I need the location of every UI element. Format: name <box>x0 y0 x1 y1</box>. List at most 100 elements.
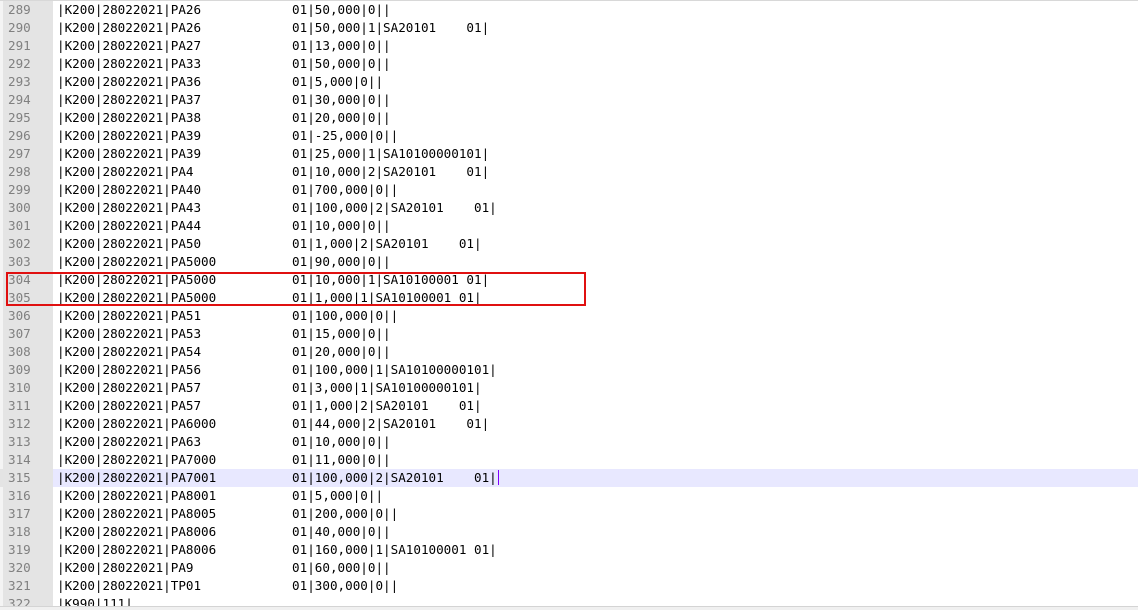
editor-line[interactable]: 290 |K200|28022021|PA26 01|50,000|1|SA201… <box>0 19 1138 37</box>
editor-line-current[interactable]: 315 |K200|28022021|PA7001 01|100,000|2|SA… <box>0 469 1138 487</box>
line-text[interactable]: |K200|28022021|PA33 01|50,000|0|| <box>57 55 391 73</box>
editor-line[interactable]: 294 |K200|28022021|PA37 01|30,000|0|| <box>0 91 1138 109</box>
editor-line[interactable]: 313 |K200|28022021|PA63 01|10,000|0|| <box>0 433 1138 451</box>
editor-line[interactable]: 302 |K200|28022021|PA50 01|1,000|2|SA2010… <box>0 235 1138 253</box>
line-text-content: |K200|28022021|PA44 01|10,000|0|| <box>57 218 391 233</box>
editor-line[interactable]: 296 |K200|28022021|PA39 01|-25,000|0|| <box>0 127 1138 145</box>
line-number: 304 <box>8 272 31 287</box>
editor-line[interactable]: 319 |K200|28022021|PA8006 01|160,000|1|SA… <box>0 541 1138 559</box>
line-text[interactable]: |K200|28022021|PA54 01|20,000|0|| <box>57 343 391 361</box>
text-editor[interactable]: 289 |K200|28022021|PA26 01|50,000|0|| 290 |… <box>0 0 1138 610</box>
editor-line[interactable]: 298 |K200|28022021|PA4 01|10,000|2|SA2010… <box>0 163 1138 181</box>
line-text[interactable]: |K200|28022021|PA53 01|15,000|0|| <box>57 325 391 343</box>
line-text-content: |K200|28022021|PA39 01|25,000|1|SA101000… <box>57 146 490 161</box>
line-text[interactable]: |K200|28022021|PA51 01|100,000|0|| <box>57 307 398 325</box>
editor-line[interactable]: 291 |K200|28022021|PA27 01|13,000|0|| <box>0 37 1138 55</box>
line-number: 290 <box>8 20 31 35</box>
editor-line[interactable]: 320 |K200|28022021|PA9 01|60,000|0|| <box>0 559 1138 577</box>
editor-line[interactable]: 310 |K200|28022021|PA57 01|3,000|1|SA1010… <box>0 379 1138 397</box>
line-text[interactable]: |K200|28022021|PA8005 01|200,000|0|| <box>57 505 398 523</box>
line-text-content: |K200|28022021|PA54 01|20,000|0|| <box>57 344 391 359</box>
line-text[interactable]: |K200|28022021|PA50 01|1,000|2|SA20101 0… <box>57 235 482 253</box>
editor-line[interactable]: 305 |K200|28022021|PA5000 01|1,000|1|SA10… <box>0 289 1138 307</box>
line-text[interactable]: |K200|28022021|TP01 01|300,000|0|| <box>57 577 398 595</box>
editor-line[interactable]: 295 |K200|28022021|PA38 01|20,000|0|| <box>0 109 1138 127</box>
line-text-content: |K200|28022021|PA5000 01|1,000|1|SA10100… <box>57 290 482 305</box>
line-text-content: |K200|28022021|PA56 01|100,000|1|SA10100… <box>57 362 497 377</box>
line-text[interactable]: |K200|28022021|PA57 01|3,000|1|SA1010000… <box>57 379 482 397</box>
editor-line[interactable]: 314 |K200|28022021|PA7000 01|11,000|0|| <box>0 451 1138 469</box>
line-text[interactable]: |K200|28022021|PA36 01|5,000|0|| <box>57 73 383 91</box>
line-text-content: |K200|28022021|PA57 01|1,000|2|SA20101 0… <box>57 398 482 413</box>
editor-line[interactable]: 309 |K200|28022021|PA56 01|100,000|1|SA10… <box>0 361 1138 379</box>
line-text-content: |K200|28022021|PA39 01|-25,000|0|| <box>57 128 399 143</box>
line-text[interactable]: |K200|28022021|PA27 01|13,000|0|| <box>57 37 391 55</box>
line-text[interactable]: |K200|28022021|PA5000 01|1,000|1|SA10100… <box>57 289 482 307</box>
editor-line[interactable]: 308 |K200|28022021|PA54 01|20,000|0|| <box>0 343 1138 361</box>
line-text-content: |K200|28022021|PA7001 01|100,000|2|SA201… <box>57 470 497 485</box>
line-text[interactable]: |K200|28022021|PA9 01|60,000|0|| <box>57 559 391 577</box>
line-text-content: |K200|28022021|PA50 01|1,000|2|SA20101 0… <box>57 236 482 251</box>
line-text-content: |K200|28022021|PA40 01|700,000|0|| <box>57 182 399 197</box>
editor-line[interactable]: 317 |K200|28022021|PA8005 01|200,000|0|| <box>0 505 1138 523</box>
editor-line[interactable]: 297 |K200|28022021|PA39 01|25,000|1|SA101… <box>0 145 1138 163</box>
line-text-content: |K200|28022021|PA26 01|50,000|0|| <box>57 2 391 17</box>
editor-line[interactable]: 318 |K200|28022021|PA8006 01|40,000|0|| <box>0 523 1138 541</box>
line-text[interactable]: |K200|28022021|PA7000 01|11,000|0|| <box>57 451 391 469</box>
line-text[interactable]: |K200|28022021|PA5000 01|10,000|1|SA1010… <box>57 271 489 289</box>
line-text[interactable]: |K200|28022021|PA56 01|100,000|1|SA10100… <box>57 361 497 379</box>
line-text[interactable]: |K200|28022021|PA4 01|10,000|2|SA20101 0… <box>57 163 489 181</box>
editor-line[interactable]: 303 |K200|28022021|PA5000 01|90,000|0|| <box>0 253 1138 271</box>
line-number: 313 <box>8 434 31 449</box>
line-text[interactable]: |K200|28022021|PA40 01|700,000|0|| <box>57 181 398 199</box>
line-number: 303 <box>8 254 31 269</box>
editor-line[interactable]: 306 |K200|28022021|PA51 01|100,000|0|| <box>0 307 1138 325</box>
line-number: 310 <box>8 380 31 395</box>
line-text[interactable]: |K200|28022021|PA39 01|-25,000|0|| <box>57 127 398 145</box>
line-text[interactable]: |K200|28022021|PA8006 01|40,000|0|| <box>57 523 391 541</box>
line-number: 306 <box>8 308 31 323</box>
line-text-content: |K200|28022021|PA38 01|20,000|0|| <box>57 110 391 125</box>
line-text[interactable]: |K200|28022021|PA39 01|25,000|1|SA101000… <box>57 145 489 163</box>
editor-line[interactable]: 316 |K200|28022021|PA8001 01|5,000|0|| <box>0 487 1138 505</box>
editor-line[interactable]: 304 |K200|28022021|PA5000 01|10,000|1|SA1… <box>0 271 1138 289</box>
line-text[interactable]: |K200|28022021|PA8006 01|160,000|1|SA101… <box>57 541 497 559</box>
line-number: 299 <box>8 182 31 197</box>
editor-line[interactable]: 299 |K200|28022021|PA40 01|700,000|0|| <box>0 181 1138 199</box>
line-number: 315 <box>0 469 53 487</box>
line-text-content: |K200|28022021|PA8001 01|5,000|0|| <box>57 488 384 503</box>
line-number: 302 <box>8 236 31 251</box>
line-text-content: |K200|28022021|PA43 01|100,000|2|SA20101… <box>57 200 497 215</box>
line-text[interactable]: |K200|28022021|PA26 01|50,000|0|| <box>57 1 391 19</box>
editor-line[interactable]: 312 |K200|28022021|PA6000 01|44,000|2|SA2… <box>0 415 1138 433</box>
editor-line[interactable]: 307 |K200|28022021|PA53 01|15,000|0|| <box>0 325 1138 343</box>
line-text-content: |K200|28022021|PA51 01|100,000|0|| <box>57 308 399 323</box>
line-text[interactable]: |K200|28022021|PA43 01|100,000|2|SA20101… <box>57 199 497 217</box>
line-text-content: |K200|28022021|PA8005 01|200,000|0|| <box>57 506 399 521</box>
editor-lines[interactable]: 289 |K200|28022021|PA26 01|50,000|0|| 290 |… <box>0 1 1138 610</box>
line-text[interactable]: |K200|28022021|PA44 01|10,000|0|| <box>57 217 391 235</box>
line-text-content: |K200|28022021|PA8006 01|160,000|1|SA101… <box>57 542 497 557</box>
line-number: 311 <box>8 398 31 413</box>
editor-line[interactable]: 292 |K200|28022021|PA33 01|50,000|0|| <box>0 55 1138 73</box>
line-text[interactable]: |K200|28022021|PA38 01|20,000|0|| <box>57 109 391 127</box>
line-number: 301 <box>8 218 31 233</box>
line-text[interactable]: |K200|28022021|PA6000 01|44,000|2|SA2010… <box>57 415 489 433</box>
line-text[interactable]: |K200|28022021|PA26 01|50,000|1|SA20101 … <box>57 19 489 37</box>
editor-line[interactable]: 300 |K200|28022021|PA43 01|100,000|2|SA20… <box>0 199 1138 217</box>
editor-line[interactable]: 311 |K200|28022021|PA57 01|1,000|2|SA2010… <box>0 397 1138 415</box>
editor-line[interactable]: 301 |K200|28022021|PA44 01|10,000|0|| <box>0 217 1138 235</box>
line-text[interactable]: |K200|28022021|PA37 01|30,000|0|| <box>57 91 391 109</box>
editor-line[interactable]: 289 |K200|28022021|PA26 01|50,000|0|| <box>0 1 1138 19</box>
horizontal-scrollbar-edge[interactable] <box>0 606 1138 610</box>
line-text[interactable]: |K200|28022021|PA7001 01|100,000|2|SA201… <box>57 469 499 487</box>
line-text[interactable]: |K200|28022021|PA5000 01|90,000|0|| <box>57 253 391 271</box>
editor-line[interactable]: 293 |K200|28022021|PA36 01|5,000|0|| <box>0 73 1138 91</box>
editor-line[interactable]: 321 |K200|28022021|TP01 01|300,000|0|| <box>0 577 1138 595</box>
line-text-content: |K200|28022021|TP01 01|300,000|0|| <box>57 578 399 593</box>
line-text[interactable]: |K200|28022021|PA57 01|1,000|2|SA20101 0… <box>57 397 482 415</box>
line-text-content: |K200|28022021|PA37 01|30,000|0|| <box>57 92 391 107</box>
line-text[interactable]: |K200|28022021|PA8001 01|5,000|0|| <box>57 487 383 505</box>
line-text-content: |K200|28022021|PA27 01|13,000|0|| <box>57 38 391 53</box>
line-text[interactable]: |K200|28022021|PA63 01|10,000|0|| <box>57 433 391 451</box>
